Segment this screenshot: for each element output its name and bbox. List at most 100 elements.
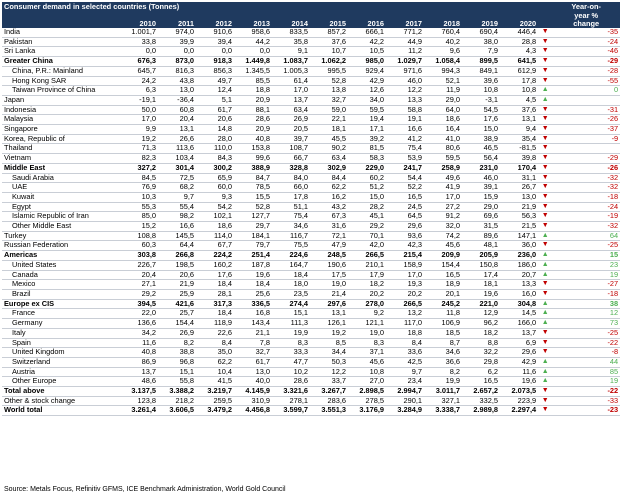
cell-value: 44,9 — [386, 37, 424, 48]
cell-value: 17,0 — [386, 270, 424, 281]
cell-value: 90,2 — [310, 143, 348, 155]
row-label: Saudi Arabia — [2, 173, 120, 184]
cell-value: 21,9 — [158, 279, 196, 290]
yoy-change: -26 — [552, 114, 621, 126]
cell-value: 154,4 — [424, 260, 462, 271]
row-label: Egypt — [2, 202, 120, 213]
cell-value: 18,0 — [272, 279, 310, 290]
cell-value: 328,8 — [272, 163, 310, 174]
cell-value: 20,7 — [500, 270, 539, 281]
cell-value: 55,4 — [158, 202, 196, 213]
table-row: Vietnam 82,3 103,4 84,3 99,6 66,7 63,4 58,3 53,9… — [2, 153, 621, 164]
cell-value: 958,6 — [234, 28, 272, 38]
cell-value: 2.898,5 — [348, 386, 386, 397]
cell-value: 55,8 — [158, 376, 196, 388]
cell-value: 21,4 — [310, 289, 348, 300]
row-label: Switzerland — [2, 357, 120, 368]
cell-value: 15,0 — [348, 192, 386, 203]
year-header: 2019 — [462, 20, 500, 28]
cell-value: 19,2 — [310, 328, 348, 339]
cell-value: 11,8 — [424, 308, 462, 320]
cell-value: 317,3 — [196, 299, 234, 310]
cell-value: 21,1 — [234, 328, 272, 339]
cell-value: 3.388,2 — [158, 386, 196, 397]
cell-value: 3.137,5 — [120, 386, 158, 397]
cell-value: 13,2 — [386, 308, 424, 320]
cell-value: 47,7 — [272, 357, 310, 368]
cell-value: 278,1 — [272, 396, 310, 407]
cell-value: 64,5 — [386, 211, 424, 223]
cell-value: 153,8 — [234, 143, 272, 155]
cell-value: 994,3 — [424, 66, 462, 77]
cell-value: 1.062,2 — [310, 56, 348, 67]
cell-value: 221,0 — [462, 299, 500, 310]
triangle-down-icon: ▼ — [538, 202, 553, 213]
cell-value: 34,6 — [424, 347, 462, 358]
table-row: Japan -19,1 -36,4 5,1 20,9 13,7 32,7 34,0 13,3 29… — [2, 95, 621, 106]
cell-value: 857,2 — [310, 28, 348, 38]
table-row: Other Middle East 15,2 16,6 18,6 29,7 34,6 31,… — [2, 221, 621, 232]
cell-value: 34,4 — [310, 347, 348, 358]
year-header: 2018 — [424, 20, 462, 28]
yoy-change: -25 — [552, 240, 621, 252]
row-label: Other Europe — [2, 376, 120, 388]
cell-value: 304,8 — [500, 299, 539, 310]
cell-value: 9,2 — [348, 308, 386, 320]
yoy-change: 73 — [552, 318, 621, 329]
cell-value: 18,1 — [310, 124, 348, 135]
cell-value: 42,3 — [386, 240, 424, 252]
cell-value: 51,2 — [348, 182, 386, 193]
cell-value: 89,6 — [462, 231, 500, 242]
cell-value: 29,6 — [386, 221, 424, 232]
cell-value: 1.001,7 — [120, 28, 158, 38]
triangle-down-icon: ▼ — [538, 279, 553, 290]
cell-value: 51,1 — [272, 202, 310, 213]
table-row: Spain 11,6 8,2 8,4 7,8 8,3 8,5 8,3 8,4 8,7 8,8 6,9 ▼… — [2, 338, 621, 349]
cell-value: 40,8 — [120, 347, 158, 358]
cell-value: 79,7 — [234, 240, 272, 252]
cell-value: 17,6 — [196, 270, 234, 281]
cell-value: 10,8 — [348, 367, 386, 378]
cell-value: 63,4 — [310, 153, 348, 164]
cell-value: 849,1 — [462, 66, 500, 77]
cell-value: 0,0 — [158, 46, 196, 58]
cell-value: 20,4 — [120, 270, 158, 281]
cell-value: 18,5 — [424, 328, 462, 339]
cell-value: 833,5 — [272, 28, 310, 38]
cell-value: 274,4 — [272, 299, 310, 310]
cell-value: 19,0 — [348, 328, 386, 339]
cell-value: 65,9 — [196, 173, 234, 184]
table-row: Italy 34,2 26,9 22,6 21,1 19,9 19,2 19,0 18,8 18,… — [2, 328, 621, 339]
cell-value: 40,0 — [234, 376, 272, 388]
yoy-change: -37 — [552, 124, 621, 135]
table-row: Other & stock change 123,8 218,2 259,5 310,9… — [2, 396, 621, 407]
cell-value: 2.073,5 — [500, 386, 539, 397]
cell-value: 58,3 — [348, 153, 386, 164]
cell-value: 20,4 — [158, 114, 196, 126]
yoy-change: 19 — [552, 270, 621, 281]
triangle-down-icon: ▼ — [538, 46, 553, 58]
cell-value: 34,6 — [272, 221, 310, 232]
cell-value: 38,0 — [462, 37, 500, 48]
cell-value: 32,7 — [310, 95, 348, 106]
cell-value: 47,9 — [310, 240, 348, 252]
cell-value: 10,8 — [500, 85, 539, 96]
yoy-change: -29 — [552, 56, 621, 67]
year-header: 2017 — [386, 20, 424, 28]
cell-value: 18,9 — [424, 279, 462, 290]
cell-value: 300,2 — [196, 163, 234, 174]
cell-value: 42,5 — [386, 357, 424, 368]
table-row: Canada 20,4 20,6 17,6 19,6 18,4 17,5 17,9 17,0 16… — [2, 270, 621, 281]
cell-value: 16,5 — [462, 376, 500, 388]
cell-value: 108,7 — [272, 143, 310, 155]
cell-value: 971,6 — [386, 66, 424, 77]
cell-value: 6,3 — [120, 85, 158, 96]
cell-value: 231,0 — [462, 163, 500, 174]
row-label: Germany — [2, 318, 120, 329]
table-row: Austria 13,7 15,1 10,4 13,0 10,2 12,2 10,8 9,7 8,… — [2, 367, 621, 378]
cell-value: 29,8 — [462, 357, 500, 368]
cell-value: 60,3 — [120, 240, 158, 252]
cell-value: 3.011,7 — [424, 386, 462, 397]
cell-value: 3.267,7 — [310, 386, 348, 397]
row-label: Indonesia — [2, 105, 120, 116]
